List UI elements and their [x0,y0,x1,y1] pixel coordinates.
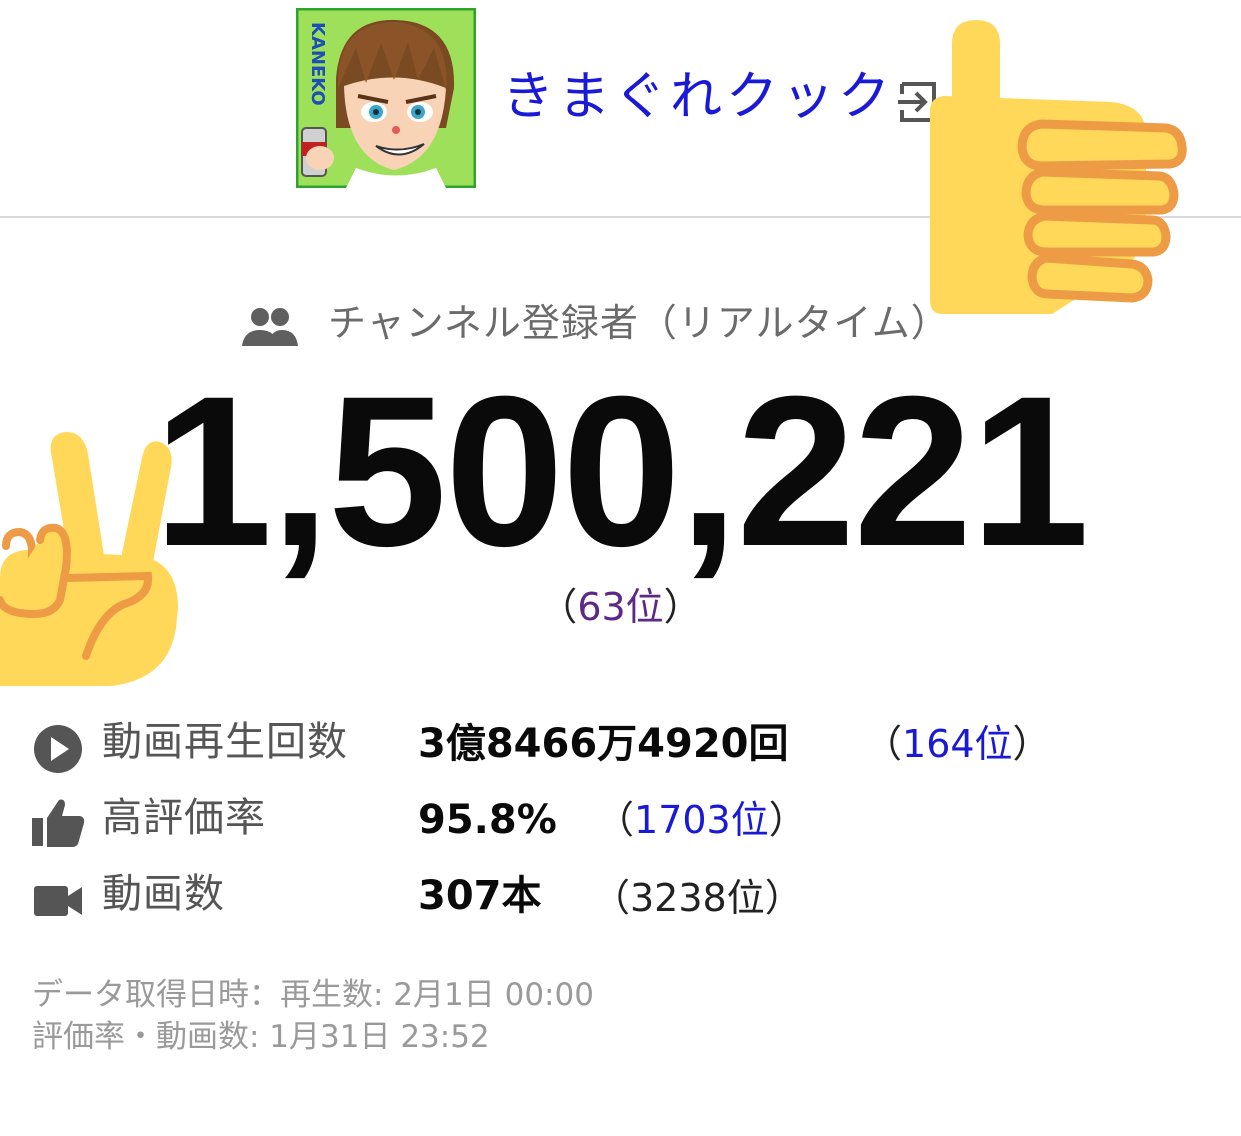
stat-label-views: 動画再生回数 [102,719,348,765]
data-timestamp-views: データ取得日時：再生数: 2月1日 00:00 [32,977,594,1013]
stat-rank-like-rate: （1703位） [596,792,807,848]
stat-row-like-rate: 高評価率 95.8% （1703位） [0,790,1241,860]
channel-name-link[interactable]: きまぐれクック [502,62,894,132]
stat-value-like-rate: 95.8% [418,797,557,843]
victory-hand-emoji-icon [0,428,182,690]
thumbs-up-icon [32,796,86,850]
rank-paren-open: （ [864,722,903,766]
stat-rank-video-count: （3238位） [592,876,803,920]
people-icon [242,306,298,348]
stat-value-views: 3億8466万4920回 [418,721,789,767]
stat-rank-like-rate-link[interactable]: 1703位 [634,798,769,842]
play-circle-icon [32,722,86,776]
stat-rank-views: （164位） [864,716,1051,772]
video-camera-icon [32,878,86,932]
subscriber-count: 1,500,221 [153,352,1089,591]
subscribers-label: チャンネル登録者（リアルタイム） [328,301,950,345]
rank-paren-close: ） [1012,722,1051,766]
stat-row-video-count: 動画数 307本 （3238位） [0,866,1241,936]
rank-paren-close: ） [768,798,807,842]
stat-row-views: 動画再生回数 3億8466万4920回 （164位） [0,714,1241,784]
data-timestamp-rates: 評価率・動画数: 1月31日 23:52 [32,1019,490,1055]
subscriber-rank: （63位） [0,582,1241,632]
stat-value-video-count: 307本 [418,873,542,919]
subscriber-rank-link[interactable]: 63位 [577,585,663,629]
stat-label-like-rate: 高評価率 [102,795,266,841]
rank-paren-close: ） [663,585,702,629]
thumbs-up-emoji-icon [922,14,1190,316]
avatar-name-text: KANEKO [307,22,328,106]
stat-rank-views-link[interactable]: 164位 [902,722,1013,766]
rank-paren-open: （ [539,585,578,629]
channel-avatar[interactable]: KANEKO [295,7,477,189]
stat-label-video-count: 動画数 [102,871,225,917]
rank-paren-open: （ [596,798,635,842]
